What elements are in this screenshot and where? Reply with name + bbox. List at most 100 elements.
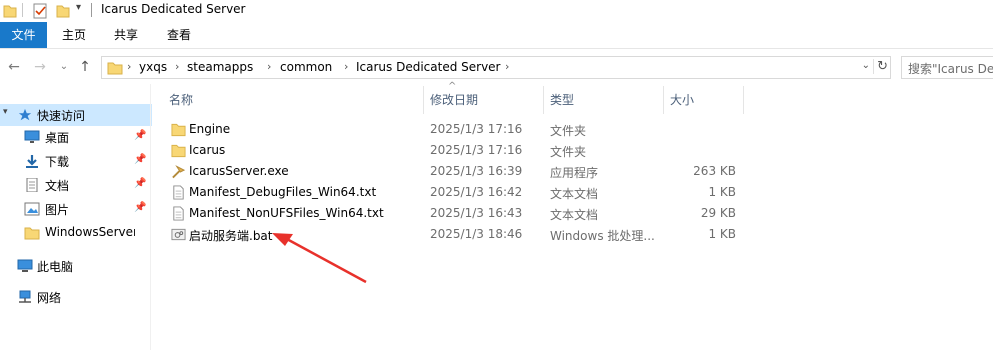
text-file-icon	[173, 206, 184, 221]
sidebar-item-label: 快速访问	[37, 109, 86, 123]
back-icon[interactable]: ←	[5, 58, 23, 76]
sidebar-item-downloads[interactable]: 下载 📌	[0, 150, 152, 172]
file-size: 29 KB	[700, 206, 736, 220]
properties-icon[interactable]	[33, 3, 48, 19]
sidebar-item-label: 下载	[45, 155, 70, 169]
address-bar[interactable]: › yxqs › steamapps › common › Icarus Ded…	[101, 56, 891, 79]
file-size: 263 KB	[693, 164, 736, 178]
title-bar: ▾ Icarus Dedicated Server	[0, 0, 993, 22]
text-file-icon	[173, 185, 184, 200]
sidebar-item-quick-access[interactable]: ▾ 快速访问	[0, 104, 152, 126]
file-name[interactable]: 启动服务端.bat	[189, 227, 273, 244]
sidebar-item-label: 桌面	[45, 131, 70, 145]
navigation-pane: ▾ 快速访问 桌面 📌 下载 📌 文档 📌 图片 📌 WindowsServer…	[0, 96, 152, 350]
sidebar-item-label: 网络	[37, 291, 62, 305]
pin-icon[interactable]: 📌	[134, 130, 146, 141]
desktop-icon	[24, 130, 40, 143]
file-type: 文本文档	[550, 187, 599, 201]
file-name[interactable]: Manifest_DebugFiles_Win64.txt	[189, 185, 376, 199]
sidebar-item-this-pc[interactable]: 此电脑	[0, 255, 152, 277]
file-size: 1 KB	[708, 227, 736, 241]
sidebar-item-label: 图片	[45, 203, 70, 217]
search-input[interactable]: 搜索"Icarus Dedi	[901, 56, 993, 79]
file-date: 2025/1/3 17:16	[430, 122, 523, 136]
title-separator	[91, 3, 92, 17]
tab-view[interactable]: 查看	[153, 22, 205, 48]
folder-icon	[107, 62, 123, 75]
folder-icon	[171, 144, 186, 158]
document-icon	[26, 178, 38, 192]
pin-icon[interactable]: 📌	[134, 178, 146, 189]
star-icon	[18, 108, 32, 121]
file-name[interactable]: Engine	[189, 122, 230, 136]
file-date: 2025/1/3 16:39	[430, 164, 523, 178]
ribbon: 文件 主页 共享 查看	[0, 22, 993, 49]
file-row[interactable]: IcarusServer.exe 2025/1/3 16:39 应用程序 263…	[163, 161, 748, 182]
file-type: 应用程序	[550, 166, 599, 180]
file-type: 文件夹	[550, 145, 587, 159]
file-date: 2025/1/3 18:46	[430, 227, 523, 241]
exe-icon	[172, 165, 186, 179]
breadcrumb-separator-icon[interactable]: ›	[175, 60, 179, 73]
sidebar-item-pictures[interactable]: 图片 📌	[0, 198, 152, 220]
customize-quick-access-icon[interactable]: ▾	[76, 2, 81, 13]
column-header-row: ^ 名称 修改日期 类型 大小	[163, 81, 748, 114]
sidebar-item-network[interactable]: 网络	[0, 286, 152, 308]
sidebar-item-label: 此电脑	[37, 260, 74, 274]
breadcrumb-separator-icon[interactable]: ›	[505, 60, 509, 73]
breadcrumb-yxqs[interactable]: yxqs	[139, 60, 167, 74]
forward-icon[interactable]: →	[31, 58, 49, 76]
sidebar-item-windowsserver[interactable]: WindowsServer	[0, 222, 152, 244]
tab-share[interactable]: 共享	[101, 22, 151, 48]
picture-icon	[24, 202, 40, 216]
breadcrumb-separator-icon[interactable]: ›	[127, 60, 131, 73]
address-dropdown-icon[interactable]: ⌄	[862, 60, 870, 71]
up-icon[interactable]: ↑	[76, 58, 94, 76]
breadcrumb-steamapps[interactable]: steamapps	[187, 60, 253, 74]
collapse-icon[interactable]: ▾	[3, 107, 8, 117]
file-row[interactable]: Engine 2025/1/3 17:16 文件夹	[163, 119, 748, 140]
file-date: 2025/1/3 16:43	[430, 206, 523, 220]
pin-icon[interactable]: 📌	[134, 202, 146, 213]
file-row[interactable]: 启动服务端.bat 2025/1/3 18:46 Windows 批处理... …	[163, 224, 748, 245]
navigation-bar: ← → ⌄ ↑ › yxqs › steamapps › common › Ic…	[0, 52, 993, 82]
network-icon	[19, 290, 31, 303]
pin-icon[interactable]: 📌	[134, 154, 146, 165]
folder-icon	[24, 227, 40, 240]
window-title: Icarus Dedicated Server	[101, 2, 246, 16]
file-row[interactable]: Manifest_DebugFiles_Win64.txt 2025/1/3 1…	[163, 182, 748, 203]
new-folder-icon[interactable]	[56, 3, 70, 19]
recent-locations-icon[interactable]: ⌄	[55, 58, 73, 76]
batch-file-icon	[171, 228, 186, 241]
breadcrumb-separator-icon[interactable]: ›	[344, 60, 348, 73]
column-header-name[interactable]: 名称	[163, 86, 424, 114]
breadcrumb-common[interactable]: common	[280, 60, 332, 74]
file-row[interactable]: Manifest_NonUFSFiles_Win64.txt 2025/1/3 …	[163, 203, 748, 224]
sidebar-item-desktop[interactable]: 桌面 📌	[0, 126, 152, 148]
file-type: 文件夹	[550, 124, 587, 138]
breadcrumb-current-folder[interactable]: Icarus Dedicated Server	[356, 60, 501, 74]
file-name[interactable]: Manifest_NonUFSFiles_Win64.txt	[189, 206, 384, 220]
download-icon	[26, 155, 38, 168]
file-row[interactable]: Icarus 2025/1/3 17:16 文件夹	[163, 140, 748, 161]
refresh-icon[interactable]: ↻	[873, 59, 888, 74]
folder-icon	[3, 5, 17, 18]
column-header-date[interactable]: 修改日期	[424, 86, 544, 114]
file-name[interactable]: Icarus	[189, 143, 225, 157]
pane-divider[interactable]	[150, 84, 151, 350]
file-size: 1 KB	[708, 185, 736, 199]
column-header-type[interactable]: 类型	[544, 86, 664, 114]
computer-icon	[17, 259, 33, 272]
column-header-size[interactable]: 大小	[664, 86, 744, 114]
qa-separator	[22, 3, 23, 17]
sidebar-item-label: WindowsServer	[45, 225, 135, 239]
breadcrumb-separator-icon[interactable]: ›	[267, 60, 271, 73]
sidebar-item-documents[interactable]: 文档 📌	[0, 174, 152, 196]
file-name[interactable]: IcarusServer.exe	[189, 164, 289, 178]
tab-home[interactable]: 主页	[49, 22, 99, 48]
folder-icon	[171, 123, 186, 137]
file-type: Windows 批处理...	[550, 229, 655, 243]
tab-file[interactable]: 文件	[0, 22, 47, 48]
sidebar-item-label: 文档	[45, 179, 70, 193]
file-date: 2025/1/3 16:42	[430, 185, 523, 199]
